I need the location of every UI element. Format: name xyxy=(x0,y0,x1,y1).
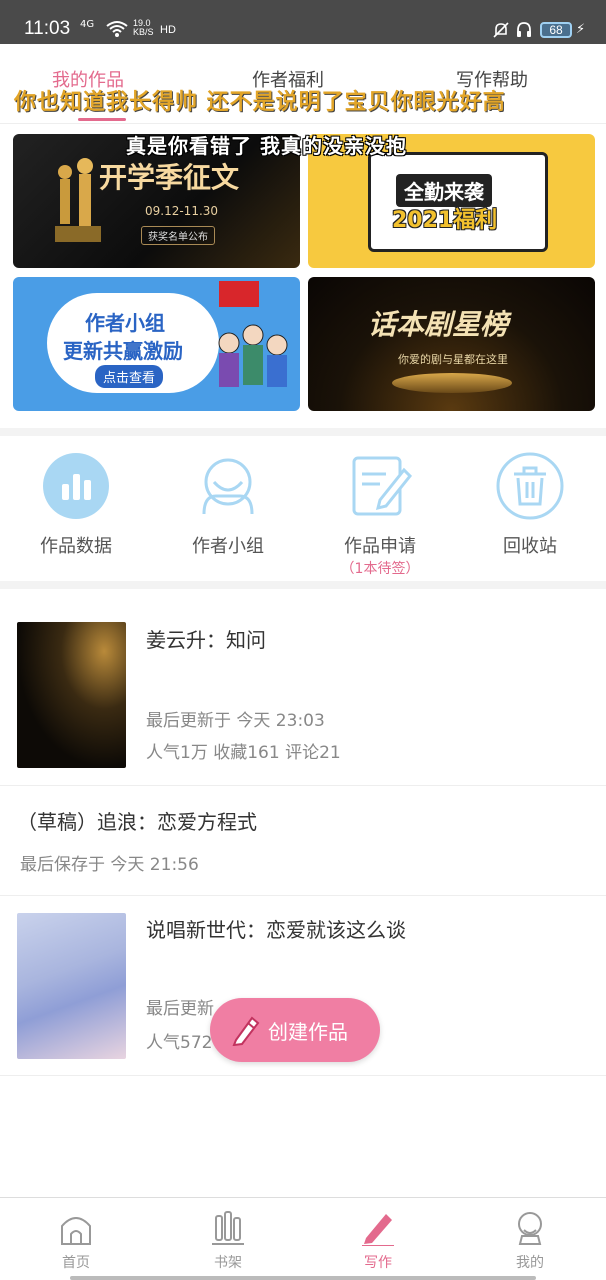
tool-recycle-bin[interactable]: 回收站 xyxy=(470,452,590,582)
active-tab-indicator xyxy=(78,118,126,121)
tool-label: 作品数据 xyxy=(40,536,112,557)
hd-indicator: HD xyxy=(160,24,176,36)
draft-saved: 最后保存于 今天 21:56 xyxy=(20,855,199,875)
profile-icon xyxy=(518,1212,542,1245)
create-work-button[interactable]: 创建作品 xyxy=(210,998,380,1062)
banner-title: 开学季征文 xyxy=(99,161,240,194)
work-updated: 最后更新 xyxy=(146,999,214,1019)
tool-author-group[interactable]: 作者小组 xyxy=(168,452,288,582)
bottom-nav: 首页 书架 写作 我的 xyxy=(0,1197,606,1280)
nav-write[interactable]: 写作 xyxy=(338,1210,418,1272)
work-item[interactable]: 姜云升：知问 最后更新于 今天 23:03 人气1万 收藏161 评论21 xyxy=(0,600,606,786)
overlay-caption-2: 真是你看错了 我真的没亲没抱 xyxy=(126,134,407,158)
banner-title: 话本剧星榜 xyxy=(368,308,509,341)
pencil-icon xyxy=(232,1016,260,1046)
section-divider xyxy=(0,581,606,589)
pencil-icon xyxy=(362,1214,394,1246)
section-divider xyxy=(0,428,606,436)
banner-subtitle: 你爱的剧与星都在这里 xyxy=(398,353,508,366)
banner-title: 作者小组 xyxy=(85,311,165,335)
banner-subtitle: 2021福利 xyxy=(392,208,498,233)
nav-bookshelf[interactable]: 书架 xyxy=(188,1210,268,1272)
banner-drama-ranking[interactable]: 话本剧星榜 你爱的剧与星都在这里 xyxy=(308,277,595,411)
tool-label: 回收站 xyxy=(503,536,557,557)
chart-icon xyxy=(43,453,109,519)
speed-unit: KB/S xyxy=(133,27,154,37)
banner-note: 获奖名单公布 xyxy=(141,226,215,245)
tool-label: 作品申请 xyxy=(344,536,416,557)
status-time: 11:03 xyxy=(24,18,71,39)
people-illustration xyxy=(218,324,288,387)
home-icon xyxy=(61,1217,91,1245)
home-indicator[interactable] xyxy=(70,1276,536,1280)
work-stats: 人气1万 收藏161 评论21 xyxy=(146,743,341,763)
draft-item[interactable]: （草稿）追浪：恋爱方程式 最后保存于 今天 21:56 xyxy=(0,786,606,896)
battery-indicator: 68 xyxy=(540,22,572,38)
bookshelf-icon xyxy=(212,1211,244,1245)
group-icon xyxy=(202,458,254,515)
mute-icon xyxy=(493,22,509,38)
nav-home[interactable]: 首页 xyxy=(36,1210,116,1272)
trash-icon xyxy=(496,452,564,520)
tool-label: 作者小组 xyxy=(192,536,264,557)
stage-illustration xyxy=(392,373,512,393)
work-title: 说唱新世代：恋爱就该这么谈 xyxy=(146,918,406,942)
work-cover xyxy=(17,622,126,768)
nav-label: 首页 xyxy=(62,1255,90,1271)
banner-author-group[interactable]: 作者小组 更新共赢激励 点击查看 xyxy=(13,277,300,411)
banner-subtitle: 更新共赢激励 xyxy=(63,339,183,363)
work-stats: 人气572 xyxy=(146,1033,213,1053)
pending-count: （1本待签） xyxy=(340,561,420,577)
draft-title: （草稿）追浪：恋爱方程式 xyxy=(17,810,257,834)
nav-label: 写作 xyxy=(364,1255,392,1271)
nav-profile[interactable]: 我的 xyxy=(490,1210,570,1272)
create-work-label: 创建作品 xyxy=(268,1020,348,1044)
network-speed: 19.0 KB/S xyxy=(133,19,154,37)
tool-work-data[interactable]: 作品数据 xyxy=(16,452,136,582)
work-cover xyxy=(17,913,126,1059)
tool-work-application[interactable]: 作品申请 （1本待签） xyxy=(320,452,440,582)
flag-icon xyxy=(219,281,259,307)
nav-label: 我的 xyxy=(516,1255,544,1271)
headset-icon xyxy=(517,22,531,37)
nav-label: 书架 xyxy=(214,1255,242,1271)
wifi-icon xyxy=(106,21,128,37)
work-title: 姜云升：知问 xyxy=(146,628,266,652)
banner-view-button[interactable]: 点击查看 xyxy=(95,365,164,388)
edit-icon xyxy=(352,456,413,516)
trophy-icon xyxy=(55,158,101,242)
charging-icon: ⚡ xyxy=(576,22,586,37)
work-updated: 最后更新于 今天 23:03 xyxy=(146,711,325,731)
banner-date: 09.12-11.30 xyxy=(145,204,219,218)
network-type: 4G xyxy=(80,19,95,30)
overlay-caption-1: 你也知道我长得帅 还不是说明了宝贝你眼光好高 xyxy=(14,90,506,115)
status-bar: 11:03 4G 19.0 KB/S HD 68 ⚡ xyxy=(0,0,606,44)
